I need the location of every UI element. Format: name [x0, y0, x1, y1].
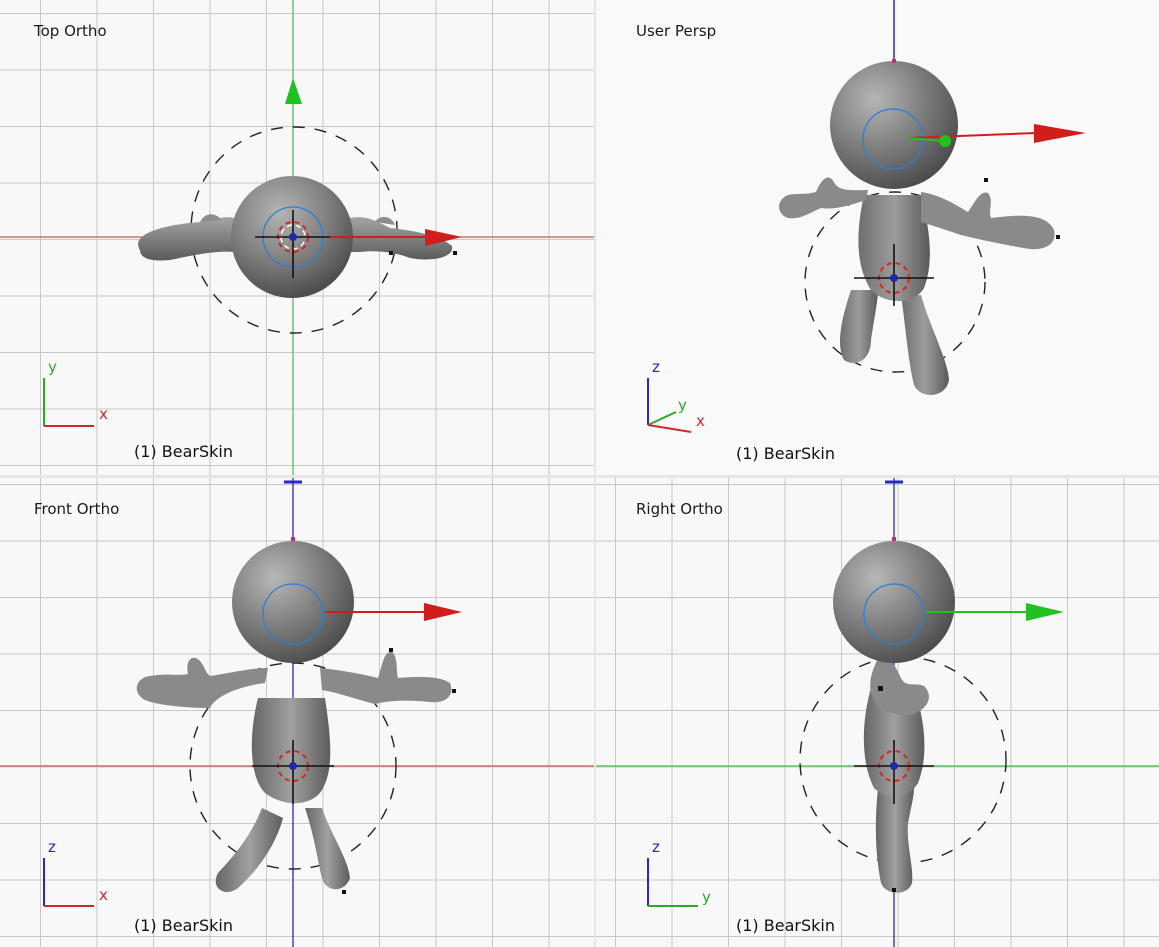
mesh-leg-left[interactable] — [840, 290, 878, 364]
viewport-persp-scene[interactable]: z y x — [596, 0, 1159, 475]
mesh-vertex[interactable] — [342, 890, 346, 894]
viewport-splitter-horizontal[interactable] — [0, 475, 1159, 478]
viewport-title: Front Ortho — [34, 500, 120, 518]
gizmo-x-label: x — [99, 886, 108, 904]
viewport-front-ortho[interactable]: z x Front Ortho (1) BearSkin — [0, 478, 594, 947]
mesh-legs[interactable] — [875, 788, 914, 893]
mesh-arm-right[interactable] — [921, 192, 1055, 250]
mesh-leg-left[interactable] — [215, 808, 283, 893]
mesh-vertex[interactable] — [453, 251, 457, 255]
viewport-right-scene[interactable]: z y — [596, 478, 1159, 947]
mesh-vertex[interactable] — [389, 648, 393, 652]
mesh-vertex[interactable] — [878, 686, 883, 691]
viewport-splitter-vertical[interactable] — [594, 0, 596, 947]
mesh-arm-left[interactable] — [779, 177, 868, 219]
mesh-vertex[interactable] — [452, 689, 456, 693]
gizmo-z-label: z — [652, 358, 660, 376]
mesh-arm-right[interactable] — [320, 651, 452, 704]
manipulator-x-arrow-icon[interactable] — [1034, 124, 1086, 143]
active-object-label: (1) BearSkin — [736, 916, 835, 935]
viewport-user-persp[interactable]: z y x User Persp (1) BearSkin — [596, 0, 1159, 475]
origin-dot — [289, 762, 297, 770]
origin-dot — [890, 762, 898, 770]
active-object-label: (1) BearSkin — [736, 444, 835, 463]
manipulator-x-arrow-icon[interactable] — [424, 603, 462, 621]
mesh-body[interactable] — [251, 698, 331, 804]
gizmo-z-label: z — [652, 838, 660, 856]
mesh-head[interactable] — [833, 541, 955, 663]
mesh-vertex[interactable] — [389, 251, 393, 255]
active-object-label: (1) BearSkin — [134, 442, 233, 461]
viewport-title: User Persp — [636, 22, 717, 40]
mesh-vertex[interactable] — [984, 178, 988, 182]
manipulator-y-arrow-icon[interactable] — [1026, 603, 1064, 621]
mesh-head[interactable] — [830, 61, 958, 189]
viewport-right-ortho[interactable]: z y Right Ortho (1) BearSkin — [596, 478, 1159, 947]
origin-dot — [890, 274, 898, 282]
gizmo-x-label: x — [696, 412, 705, 430]
gizmo-x-label: x — [99, 405, 108, 423]
mesh-vertex[interactable] — [1056, 235, 1060, 239]
mesh-leg-right[interactable] — [901, 295, 949, 396]
viewport-top-ortho[interactable]: y x Top Ortho (1) BearSkin — [0, 0, 594, 475]
viewport-front-scene[interactable]: z x — [0, 478, 594, 947]
gizmo-y-line — [647, 411, 677, 426]
mesh-head[interactable] — [232, 541, 354, 663]
manipulator-y-handle-icon[interactable] — [939, 135, 951, 147]
mesh-arm-left[interactable] — [136, 657, 268, 708]
viewport-grid: y x Top Ortho (1) BearSkin z y x User Pe… — [0, 0, 1159, 947]
gizmo-z-label: z — [48, 838, 56, 856]
mesh-vertex[interactable] — [892, 888, 896, 892]
viewport-title: Right Ortho — [636, 500, 723, 518]
mesh-vertex[interactable] — [291, 537, 295, 541]
manipulator-y-arrow-icon[interactable] — [285, 78, 302, 104]
gizmo-y-label: y — [678, 396, 687, 414]
origin-dot — [289, 233, 297, 241]
viewport-top-scene[interactable]: y x — [0, 0, 594, 475]
viewport-title: Top Ortho — [34, 22, 107, 40]
gizmo-y-label: y — [702, 888, 711, 906]
gizmo-y-label: y — [48, 358, 57, 376]
mesh-vertex[interactable] — [892, 537, 896, 541]
active-object-label: (1) BearSkin — [134, 916, 233, 935]
gizmo-x-line — [647, 424, 692, 433]
mesh-leg-right[interactable] — [305, 808, 350, 890]
mesh-vertex[interactable] — [892, 59, 896, 63]
